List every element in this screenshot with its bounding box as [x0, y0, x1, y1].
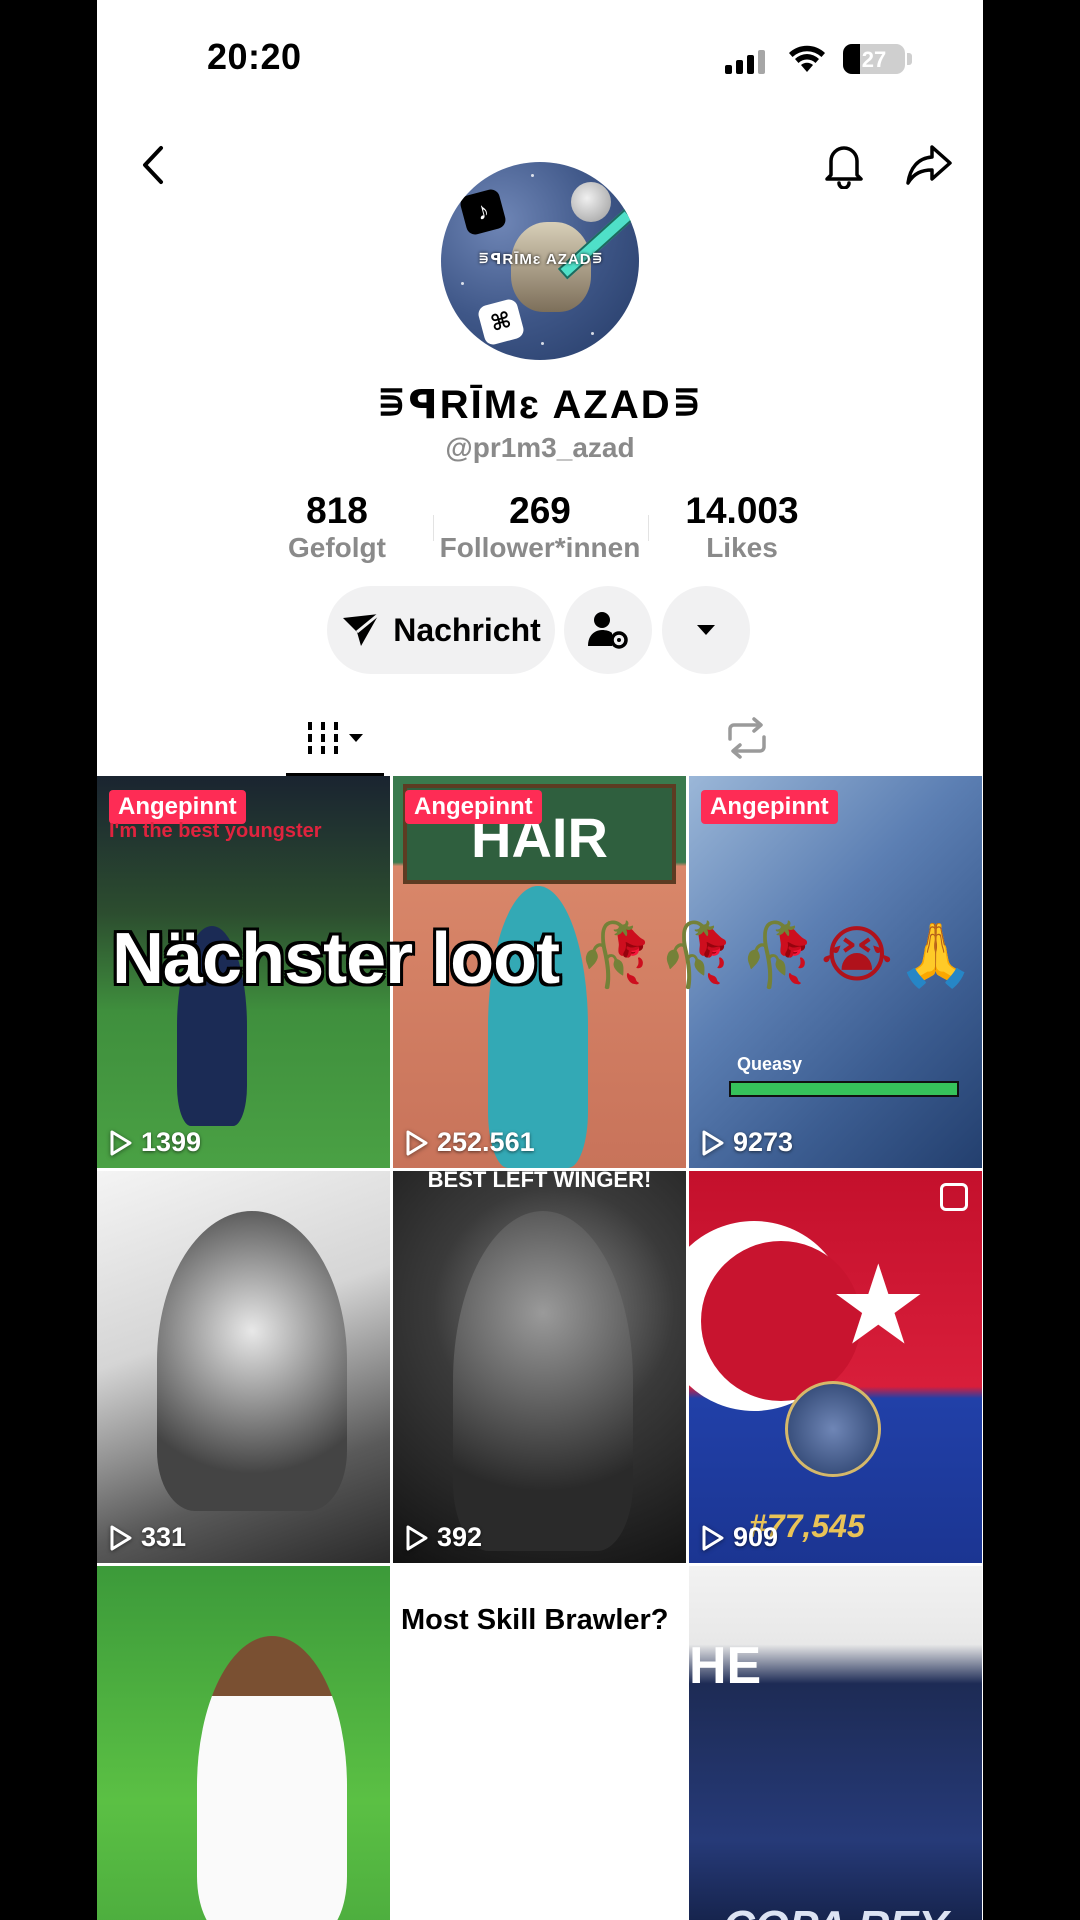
flag-star: ★: [829, 1244, 928, 1367]
view-count-value: 392: [437, 1522, 483, 1552]
stat-followers-value: 269: [509, 490, 571, 531]
player-figure: [453, 1211, 633, 1551]
video-overlay-text: BEST LEFT WINGER!: [427, 1171, 652, 1192]
caret-down-icon: [697, 625, 715, 635]
play-icon: [110, 1130, 132, 1155]
mini-avatar: [785, 1381, 881, 1477]
message-button[interactable]: Nachricht: [327, 586, 555, 674]
username: @pr1m3_azad: [445, 432, 635, 463]
video-tile[interactable]: ★ #77,545 909: [689, 1171, 982, 1563]
stat-followers-label: Follower*innen: [439, 532, 641, 563]
battery-percent: 27: [861, 47, 887, 72]
view-count-value: 909: [733, 1522, 779, 1552]
video-tile[interactable]: 331: [97, 1171, 390, 1563]
profile-avatar[interactable]: ♪ ⌘ ⋾ꟼRĪMɛ AZAD⋾: [441, 162, 639, 360]
tab-reposts[interactable]: [717, 708, 777, 768]
signal-icon: [725, 48, 767, 74]
share-button[interactable]: [901, 140, 957, 190]
tab-videos[interactable]: [287, 700, 383, 776]
back-button[interactable]: [127, 140, 177, 190]
view-count: 9273: [701, 1127, 793, 1158]
profile-screen: 20:20 27 ♪ ⌘ ⋾ꟼRĪMɛ AZAD⋾ ⋾ꟼRĪMɛ AZAD⋾ @…: [97, 0, 983, 1920]
game-player-name: Queasy: [737, 1054, 803, 1074]
bell-icon: [825, 146, 863, 189]
view-count: 909: [701, 1522, 778, 1553]
repost-icon: [728, 717, 766, 759]
stat-following-value: 818: [306, 490, 368, 531]
moon-graphic: [571, 182, 611, 222]
video-tile[interactable]: Most Skill Brawler?: [393, 1566, 686, 1920]
avatar-label: ⋾ꟼRĪMɛ AZAD⋾: [478, 251, 604, 268]
video-overlay-text: I'm the best youngster: [109, 820, 322, 842]
pinned-badge: Angepinnt: [405, 790, 542, 824]
stat-following[interactable]: 818 Gefolgt: [267, 490, 407, 564]
play-icon: [110, 1525, 132, 1550]
view-count: 1399: [109, 1127, 201, 1158]
video-overlay-text: HE: [689, 1637, 762, 1695]
wifi-icon: [789, 45, 825, 72]
share-arrow-icon: [906, 145, 952, 185]
more-options-button[interactable]: [662, 586, 750, 674]
play-icon: [406, 1130, 428, 1155]
chevron-left-icon: [143, 146, 163, 184]
view-count: 392: [405, 1522, 482, 1553]
stat-likes[interactable]: 14.003 Likes: [667, 490, 817, 564]
stat-likes-value: 14.003: [685, 490, 799, 531]
view-count-value: 9273: [733, 1127, 794, 1157]
tiktok-logo-icon: ♪: [458, 187, 508, 237]
stat-following-label: Gefolgt: [288, 532, 386, 563]
story-caption-emojis: 🥀🥀🥀😭🙏: [577, 921, 979, 990]
video-overlay-text-2: COPA REY: [689, 1902, 982, 1920]
player-figure: [197, 1636, 347, 1920]
multi-image-icon: [940, 1183, 968, 1211]
video-tile[interactable]: HE COPA REY: [689, 1566, 982, 1920]
video-tile[interactable]: [97, 1566, 390, 1920]
view-count-value: 1399: [141, 1127, 202, 1157]
message-button-label: Nachricht: [393, 611, 541, 648]
follow-settings-button[interactable]: [564, 586, 652, 674]
status-time: 20:20: [207, 36, 302, 77]
stat-followers[interactable]: 269 Follower*innen: [430, 490, 650, 564]
view-count: 331: [109, 1522, 186, 1553]
play-icon: [702, 1525, 724, 1550]
pinned-badge: Angepinnt: [701, 790, 838, 824]
pinned-badge: Angepinnt: [109, 790, 246, 824]
story-caption-overlay: Nächster loot: [112, 919, 560, 999]
view-count-value: 331: [141, 1522, 187, 1552]
send-icon: [343, 612, 381, 646]
battery-icon: 27: [843, 44, 905, 74]
stat-divider: [648, 515, 649, 541]
notification-bell-button[interactable]: [819, 140, 869, 190]
stat-likes-label: Likes: [706, 532, 778, 563]
video-tile[interactable]: BEST LEFT WINGER! 392: [393, 1171, 686, 1563]
display-name: ⋾ꟼRĪMɛ AZAD⋾: [376, 383, 704, 427]
anime-face-graphic: [157, 1211, 347, 1511]
capcut-logo-icon: ⌘: [476, 297, 526, 347]
battery-tip: [907, 53, 912, 65]
user-settings-icon: [588, 612, 628, 649]
caret-down-small-icon: [349, 734, 363, 742]
play-icon: [702, 1130, 724, 1155]
view-count-value: 252.561: [437, 1127, 535, 1157]
view-count: 252.561: [405, 1127, 535, 1158]
video-overlay-text: Most Skill Brawler?: [401, 1604, 669, 1636]
game-health-bar: [729, 1081, 959, 1097]
play-icon: [406, 1525, 428, 1550]
grid-icon: [308, 722, 338, 754]
